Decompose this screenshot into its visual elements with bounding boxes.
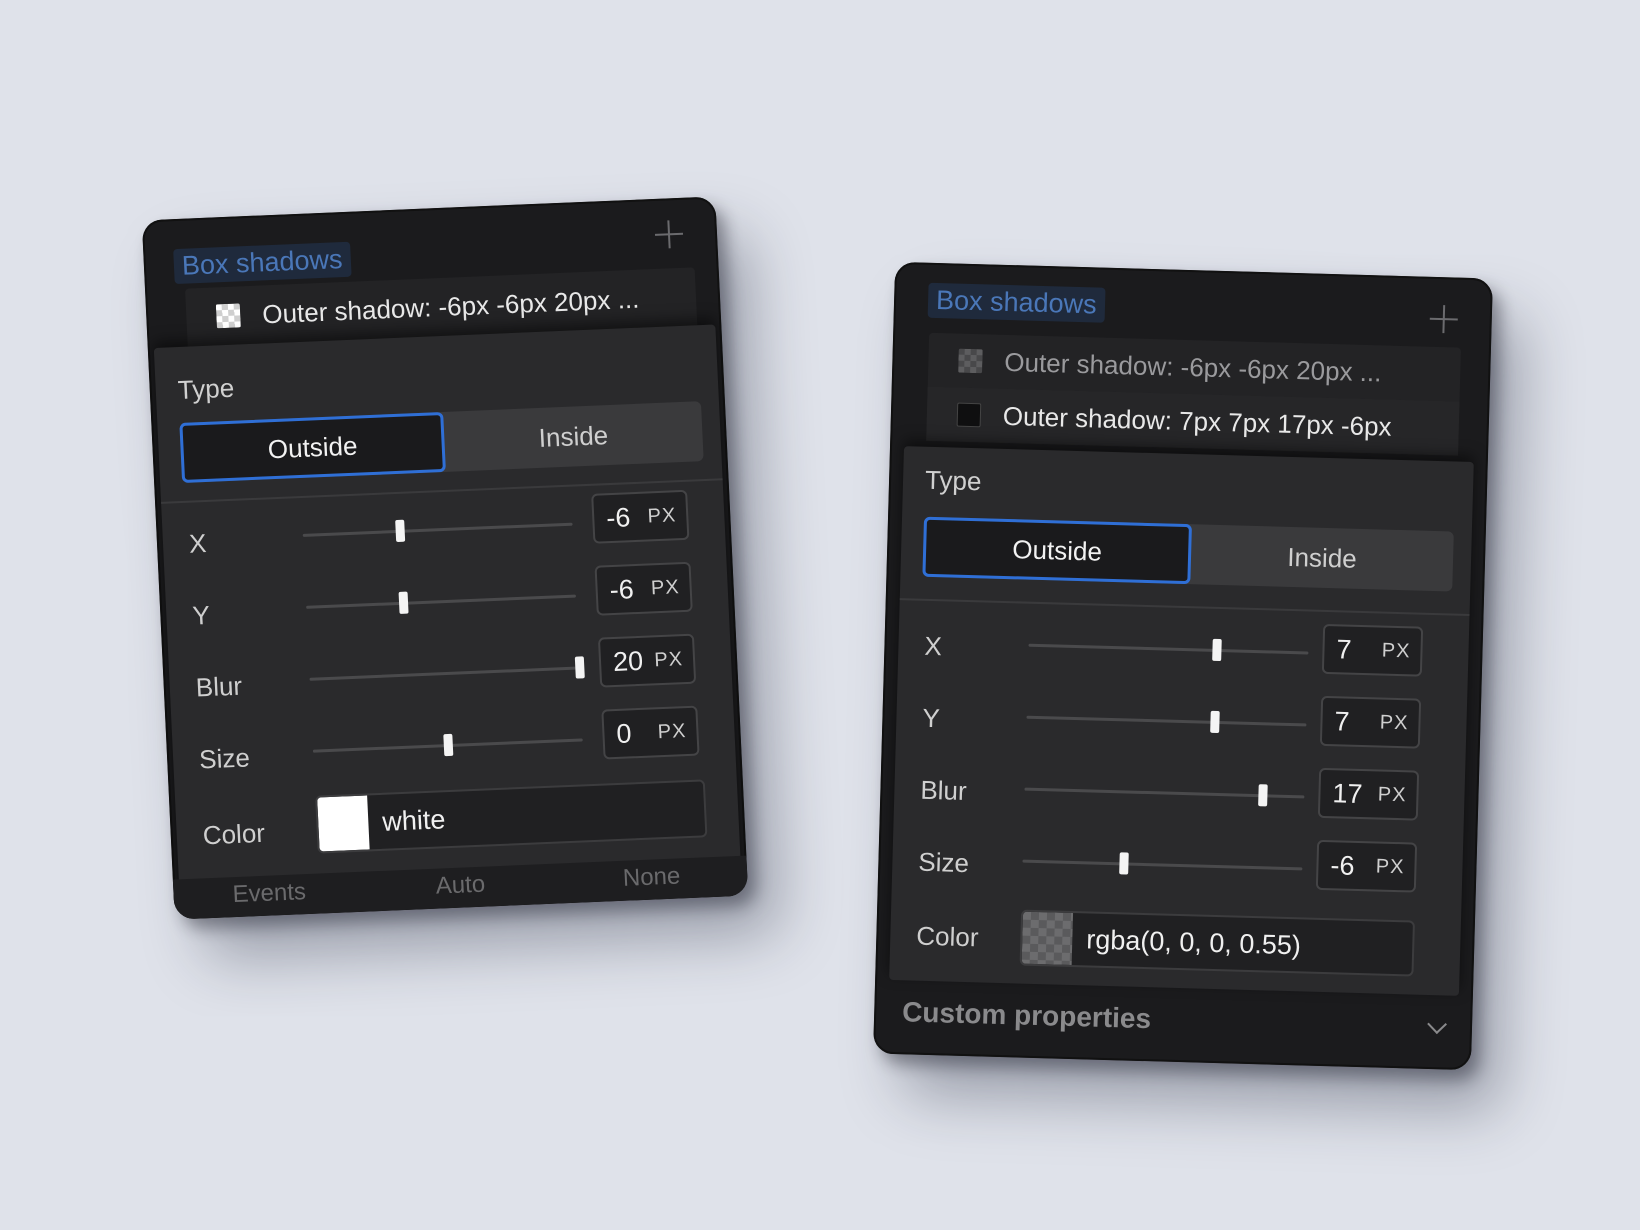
y-value[interactable]: 7 [1334,706,1380,738]
color-value[interactable]: rgba(0, 0, 0, 0.55) [1086,924,1301,961]
shadow-editor: Type Outside Inside X -6 PX Y -6 PX Blur… [153,324,742,908]
blur-value[interactable]: 17 [1332,778,1378,810]
y-unit: PX [650,575,681,599]
color-row: Color rgba(0, 0, 0, 0.55) [889,892,1461,988]
shadow-item-label: Outer shadow: -6px -6px 20px ... [1004,346,1382,387]
blur-slider-thumb[interactable] [574,656,585,679]
y-unit: PX [1379,711,1409,734]
panel-title: Box shadows [927,282,1106,323]
section-title: Custom properties [901,996,1152,1035]
blur-slider-track[interactable] [309,656,585,681]
type-segmented-control: Outside Inside [922,516,1454,592]
footer-events: Events [231,878,307,909]
shadow-item-label: Outer shadow: -6px -6px 20px ... [261,283,640,329]
checkerboard-swatch-icon [958,348,983,374]
size-value[interactable]: 0 [616,717,659,750]
type-outside-button[interactable]: Outside [922,516,1192,585]
color-swatch[interactable] [317,795,370,852]
color-field[interactable]: rgba(0, 0, 0, 0.55) [1019,909,1415,977]
x-slider-track[interactable] [1028,638,1309,662]
x-slider-thumb[interactable] [395,519,406,543]
field-label: X [188,527,208,559]
box-shadows-panel-left: Box shadows Outer shadow: -6px -6px 20px… [141,196,749,920]
shadow-item-label: Outer shadow: 7px 7px 17px -6px [1002,400,1392,442]
blur-slider-thumb[interactable] [1258,784,1268,807]
x-slider-thumb[interactable] [1211,638,1222,662]
type-label: Type [924,464,982,497]
x-value[interactable]: -6 [606,501,649,534]
y-slider-track[interactable] [306,591,577,614]
size-slider-thumb[interactable] [443,733,454,757]
checkerboard-swatch-icon [215,303,241,329]
field-label: X [924,630,943,662]
size-unit: PX [1375,854,1405,878]
size-slider-track[interactable] [1022,852,1303,875]
blur-unit: PX [1377,782,1407,806]
size-unit: PX [657,719,687,743]
field-label: Blur [195,670,243,703]
footer-none[interactable]: None [555,856,748,904]
x-unit: PX [1381,639,1411,662]
blur-slider-track[interactable] [1024,784,1305,807]
color-field[interactable]: white [315,779,708,854]
y-number-input[interactable]: 7 PX [1319,695,1422,749]
size-slider-thumb[interactable] [1118,852,1129,875]
size-value[interactable]: -6 [1330,850,1376,882]
panel-title: Box shadows [173,241,352,285]
blur-number-input[interactable]: 17 PX [1317,767,1420,821]
x-number-input[interactable]: 7 PX [1321,623,1424,677]
x-slider-track[interactable] [302,519,573,543]
size-slider-track[interactable] [312,733,583,757]
y-number-input[interactable]: -6 PX [594,561,693,616]
add-shadow-plus-icon[interactable] [1429,305,1458,334]
y-slider-thumb[interactable] [1209,710,1220,734]
x-number-input[interactable]: -6 PX [591,489,690,544]
type-inside-button[interactable]: Inside [1190,524,1454,591]
x-value[interactable]: 7 [1336,634,1382,666]
color-label: Color [915,920,979,953]
box-shadows-panel-right: Box shadows Outer shadow: -6px -6px 20px… [873,261,1493,1071]
black-swatch-icon [956,402,982,428]
color-swatch[interactable] [1021,911,1074,966]
color-label: Color [202,817,266,851]
field-label: Y [922,702,941,734]
x-unit: PX [647,503,677,527]
field-label: Y [191,599,211,631]
field-label: Size [198,742,251,775]
field-label: Blur [920,774,968,807]
field-label: Size [918,846,970,879]
type-inside-button[interactable]: Inside [443,401,704,472]
blur-unit: PX [653,647,684,671]
blur-value[interactable]: 20 [612,645,655,678]
y-value[interactable]: -6 [609,573,652,606]
type-outside-button[interactable]: Outside [179,411,446,483]
footer-auto[interactable]: Auto [364,864,557,912]
y-slider-thumb[interactable] [398,591,409,614]
type-segmented-control: Outside Inside [179,401,704,483]
shadow-list: Outer shadow: -6px -6px 20px ... Outer s… [926,332,1461,456]
chevron-down-icon[interactable] [1427,1014,1447,1035]
add-shadow-plus-icon[interactable] [654,220,683,249]
size-number-input[interactable]: 0 PX [601,705,700,760]
blur-number-input[interactable]: 20 PX [597,633,697,688]
size-number-input[interactable]: -6 PX [1315,839,1418,893]
y-slider-track[interactable] [1026,710,1307,734]
shadow-editor: Type Outside Inside X 7 PX Y 7 PX Blur 1… [889,446,1474,996]
color-value[interactable]: white [382,804,446,838]
